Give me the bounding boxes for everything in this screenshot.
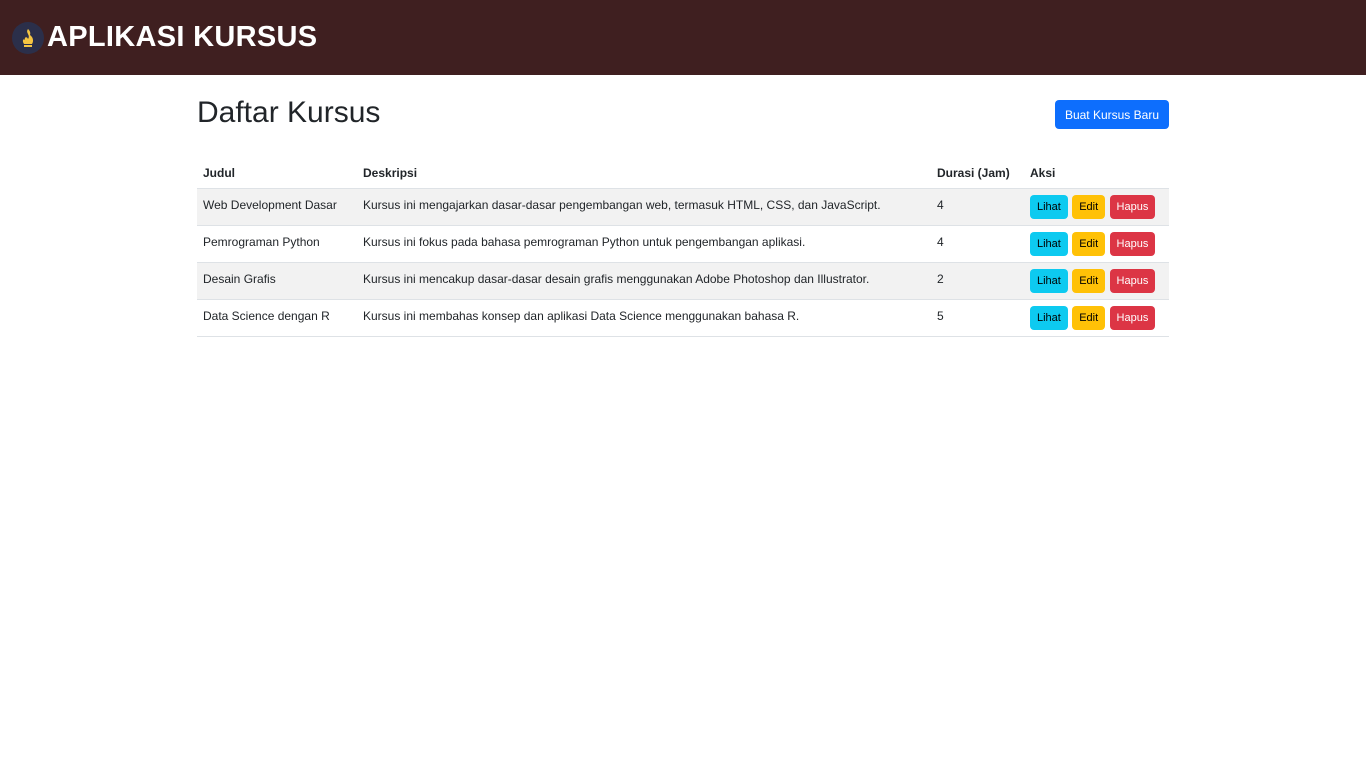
table-header-row: Judul Deskripsi Durasi (Jam) Aksi [197, 158, 1169, 189]
edit-button[interactable]: Edit [1072, 232, 1106, 256]
delete-button[interactable]: Hapus [1109, 269, 1156, 293]
course-table: Judul Deskripsi Durasi (Jam) Aksi Web De… [197, 158, 1169, 337]
row-actions: Lihat Edit Hapus [1030, 263, 1163, 293]
navbar: APLIKASI KURSUS [0, 0, 1366, 75]
course-duration: 5 [937, 309, 944, 323]
edit-button[interactable]: Edit [1072, 195, 1106, 219]
course-description: Kursus ini mencakup dasar-dasar desain g… [363, 272, 870, 286]
row-actions: Lihat Edit Hapus [1030, 226, 1163, 256]
main-content: Daftar Kursus Buat Kursus Baru Judul Des… [197, 75, 1169, 337]
edit-button[interactable]: Edit [1072, 306, 1106, 330]
course-title: Data Science dengan R [203, 309, 330, 323]
course-duration: 4 [937, 235, 944, 249]
column-header-aksi: Aksi [1024, 158, 1169, 189]
course-description: Kursus ini fokus pada bahasa pemrograman… [363, 235, 806, 249]
course-duration: 2 [937, 272, 944, 286]
course-description: Kursus ini mengajarkan dasar-dasar penge… [363, 198, 881, 212]
column-header-deskripsi: Deskripsi [357, 158, 931, 189]
delete-button[interactable]: Hapus [1109, 306, 1156, 330]
view-button[interactable]: Lihat [1030, 306, 1068, 330]
row-actions: Lihat Edit Hapus [1030, 189, 1163, 219]
view-button[interactable]: Lihat [1030, 269, 1068, 293]
column-header-durasi: Durasi (Jam) [931, 158, 1024, 189]
table-row: Desain Grafis Kursus ini mencakup dasar-… [197, 262, 1169, 300]
table-row: Pemrograman Python Kursus ini fokus pada… [197, 225, 1169, 263]
course-title: Desain Grafis [203, 272, 276, 286]
course-title: Web Development Dasar [203, 198, 337, 212]
column-header-judul: Judul [197, 158, 357, 189]
page-title: Daftar Kursus [197, 96, 381, 129]
row-actions: Lihat Edit Hapus [1030, 300, 1163, 330]
view-button[interactable]: Lihat [1030, 195, 1068, 219]
view-button[interactable]: Lihat [1030, 232, 1068, 256]
edit-button[interactable]: Edit [1072, 269, 1106, 293]
flame-icon[interactable] [12, 21, 44, 54]
table-row: Web Development Dasar Kursus ini mengaja… [197, 188, 1169, 226]
course-description: Kursus ini membahas konsep dan aplikasi … [363, 309, 800, 323]
page-header: Daftar Kursus Buat Kursus Baru [197, 75, 1169, 131]
course-title: Pemrograman Python [203, 235, 320, 249]
delete-button[interactable]: Hapus [1109, 232, 1156, 256]
delete-button[interactable]: Hapus [1109, 195, 1156, 219]
create-course-button[interactable]: Buat Kursus Baru [1054, 100, 1169, 129]
course-duration: 4 [937, 198, 944, 212]
table-row: Data Science dengan R Kursus ini membaha… [197, 299, 1169, 337]
brand-title[interactable]: APLIKASI KURSUS [47, 21, 317, 54]
